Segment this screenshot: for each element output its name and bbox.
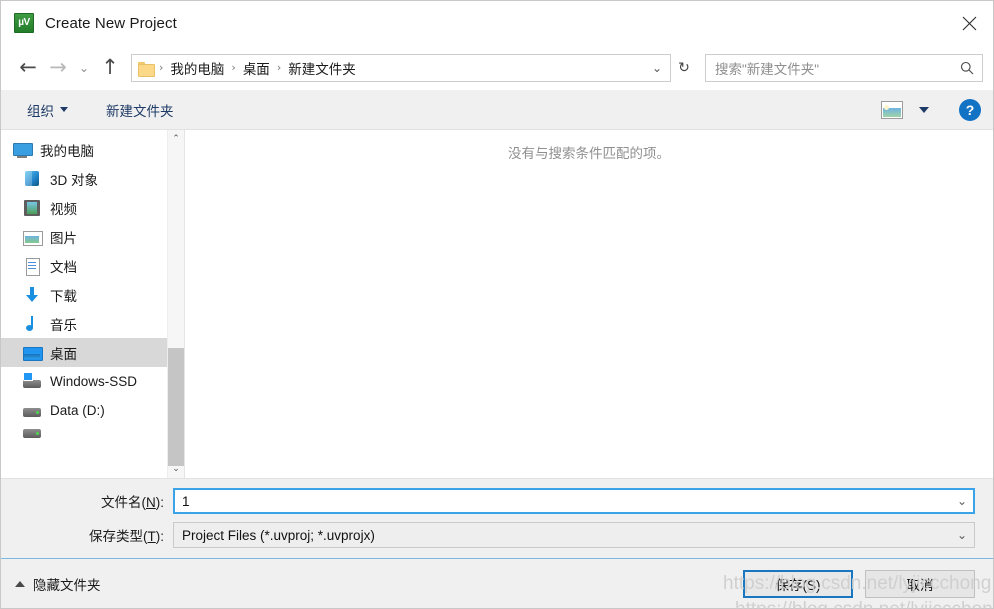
sidebar-item-label: Data (D:) <box>50 403 105 418</box>
filename-input[interactable]: 1 ⌄ <box>173 488 975 514</box>
sidebar-item-partial[interactable] <box>1 425 184 439</box>
cancel-button[interactable]: 取消 <box>865 569 975 598</box>
hide-folders-toggle[interactable]: 隐藏文件夹 <box>15 574 101 594</box>
breadcrumb-item-2[interactable]: 新建文件夹 <box>283 56 361 80</box>
recent-locations-button[interactable]: ⌄ <box>73 53 95 83</box>
breadcrumb-separator: › <box>159 61 164 74</box>
pictures-icon <box>23 228 43 246</box>
drive-icon <box>23 425 41 439</box>
sidebar-item-downloads[interactable]: 下载 <box>1 280 184 309</box>
3d-objects-icon <box>23 170 41 188</box>
help-icon[interactable]: ? <box>959 98 981 121</box>
forward-button[interactable]: → <box>43 53 73 83</box>
sidebar-item-label: 我的电脑 <box>40 143 94 159</box>
navigation-pane: 我的电脑 3D 对象 视频 图片 文档 下载 音乐 桌面 Windows-SSD… <box>1 130 185 478</box>
filetype-select[interactable]: Project Files (*.uvproj; *.uvprojx) ⌄ <box>173 522 975 548</box>
navigation-bar: ← → ⌄ ↑ › 我的电脑 › 桌面 › 新建文件夹 ⌄ ↻ 搜索"新建文件夹… <box>1 45 993 90</box>
sidebar-item-label: 音乐 <box>50 317 77 333</box>
downloads-icon <box>23 286 41 304</box>
dialog-body: 我的电脑 3D 对象 视频 图片 文档 下载 音乐 桌面 Windows-SSD… <box>1 130 993 478</box>
save-button[interactable]: 保存(S) <box>743 569 853 598</box>
sidebar-item-label: 下载 <box>50 288 77 304</box>
sidebar-item-label: 视频 <box>50 201 77 217</box>
sidebar-item-3d-objects[interactable]: 3D 对象 <box>1 164 184 193</box>
navigation-list: 我的电脑 3D 对象 视频 图片 文档 下载 音乐 桌面 Windows-SSD… <box>1 130 184 439</box>
form-fields: 文件名(N): 1 ⌄ 保存类型(T): Project Files (*.uv… <box>1 478 993 558</box>
address-bar[interactable]: › 我的电脑 › 桌面 › 新建文件夹 ⌄ <box>131 53 671 82</box>
sidebar-item-label: 3D 对象 <box>50 172 99 188</box>
sidebar-item-label: 文档 <box>50 259 77 275</box>
chevron-down-icon[interactable]: ⌄ <box>950 523 974 547</box>
close-icon[interactable] <box>945 1 993 45</box>
breadcrumb: › 我的电脑 › 桌面 › 新建文件夹 <box>157 56 646 80</box>
back-arrow-icon: ← <box>19 55 37 79</box>
chevron-down-icon: ⌄ <box>78 60 90 75</box>
footer-button-group: 保存(S) 取消 <box>743 569 975 598</box>
search-input[interactable]: 搜索"新建文件夹" <box>705 53 983 82</box>
up-button[interactable]: ↑ <box>95 53 125 83</box>
organize-label: 组织 <box>27 103 54 119</box>
file-list-view[interactable]: 没有与搜索条件匹配的项。 <box>185 130 993 478</box>
filetype-value: Project Files (*.uvproj; *.uvprojx) <box>182 527 375 543</box>
sidebar-item-label: 图片 <box>50 230 77 246</box>
sidebar-item-music[interactable]: 音乐 <box>1 309 184 338</box>
up-arrow-icon: ↑ <box>101 55 119 79</box>
sidebar-item-my-computer[interactable]: 我的电脑 <box>1 135 184 164</box>
documents-icon <box>23 257 41 276</box>
drive-icon <box>23 402 41 420</box>
music-icon <box>23 315 41 333</box>
breadcrumb-item-1[interactable]: 桌面 <box>238 56 275 80</box>
sidebar-item-label: 桌面 <box>50 346 77 362</box>
filename-label: 文件名(N): <box>101 495 164 510</box>
desktop-icon <box>23 344 43 362</box>
breadcrumb-separator: › <box>231 61 236 74</box>
search-icon <box>956 61 978 75</box>
chevron-up-icon <box>15 580 25 587</box>
window-title: Create New Project <box>45 14 177 32</box>
filetype-label: 保存类型(T): <box>89 529 164 544</box>
refresh-icon: ↻ <box>678 59 690 76</box>
search-placeholder: 搜索"新建文件夹" <box>715 61 820 77</box>
hide-folders-label: 隐藏文件夹 <box>33 577 101 593</box>
scrollbar-track[interactable] <box>167 148 184 466</box>
refresh-button[interactable]: ↻ <box>671 54 697 82</box>
computer-icon <box>13 141 33 159</box>
sidebar-item-desktop[interactable]: 桌面 <box>1 338 184 367</box>
sidebar-scrollbar[interactable]: ⌃ ⌄ <box>167 130 184 478</box>
command-toolbar: 组织 新建文件夹 ? <box>1 90 993 130</box>
filetype-row: 保存类型(T): Project Files (*.uvproj; *.uvpr… <box>1 522 975 548</box>
filename-value: 1 <box>182 493 190 509</box>
new-folder-label: 新建文件夹 <box>106 103 174 119</box>
windows-drive-icon <box>23 372 41 391</box>
sidebar-item-pictures[interactable]: 图片 <box>1 222 184 251</box>
dialog-footer: 隐藏文件夹 保存(S) 取消 <box>1 558 993 608</box>
view-layout-icon[interactable] <box>881 100 903 119</box>
scrollbar-thumb[interactable] <box>167 348 184 466</box>
sidebar-item-windows-ssd[interactable]: Windows-SSD <box>1 367 184 396</box>
empty-list-message: 没有与搜索条件匹配的项。 <box>508 146 670 161</box>
sidebar-item-data-d[interactable]: Data (D:) <box>1 396 184 425</box>
chevron-down-icon: ⌄ <box>651 60 663 75</box>
toolbar-right-group: ? <box>881 98 981 121</box>
forward-arrow-icon: → <box>49 55 67 79</box>
uvision-icon: µV <box>14 13 34 33</box>
organize-button[interactable]: 组织 <box>19 96 76 124</box>
chevron-down-icon <box>60 107 68 112</box>
sidebar-item-documents[interactable]: 文档 <box>1 251 184 280</box>
sidebar-item-label: Windows-SSD <box>50 374 138 389</box>
videos-icon <box>23 199 41 217</box>
title-bar: µV Create New Project <box>1 1 993 45</box>
filename-row: 文件名(N): 1 ⌄ <box>1 488 975 514</box>
sidebar-item-videos[interactable]: 视频 <box>1 193 184 222</box>
breadcrumb-separator: › <box>276 61 282 74</box>
back-button[interactable]: ← <box>13 53 43 83</box>
breadcrumb-item-0[interactable]: 我的电脑 <box>165 56 229 80</box>
chevron-down-icon[interactable] <box>919 106 929 113</box>
chevron-down-icon[interactable]: ⌄ <box>950 489 974 513</box>
scroll-up-icon[interactable]: ⌃ <box>168 130 185 148</box>
create-new-project-dialog: µV Create New Project ← → ⌄ ↑ › 我的电脑 › 桌… <box>0 0 994 609</box>
address-dropdown-button[interactable]: ⌄ <box>646 55 668 81</box>
folder-icon <box>138 61 155 77</box>
new-folder-button[interactable]: 新建文件夹 <box>98 96 182 124</box>
